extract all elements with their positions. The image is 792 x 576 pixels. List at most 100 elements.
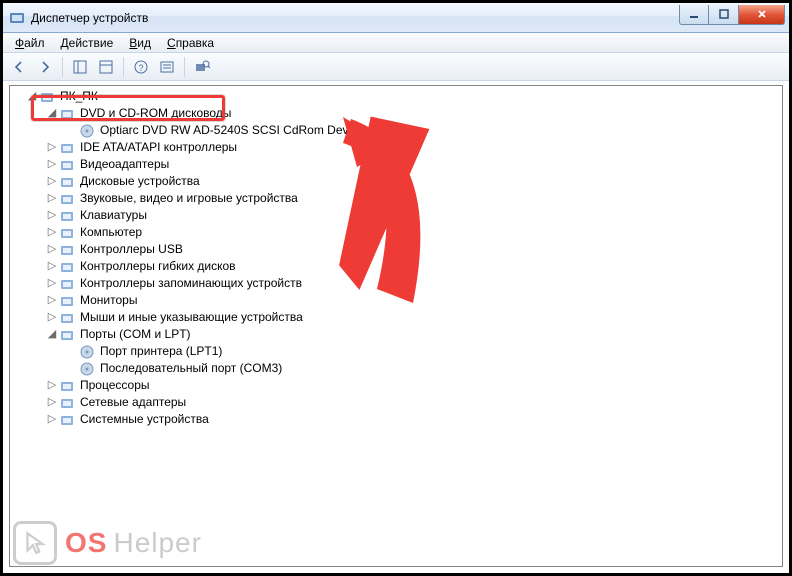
tree-category[interactable]: ▷ Звуковые, видео и игровые устройства — [46, 190, 782, 207]
category-icon — [59, 174, 75, 190]
menu-file[interactable]: Файл — [7, 35, 53, 51]
show-hide-tree-button[interactable] — [68, 56, 92, 78]
toolbar: ? — [3, 53, 789, 81]
svg-text:?: ? — [138, 63, 143, 73]
watermark-cursor-icon — [13, 521, 57, 565]
expand-icon[interactable]: ◢ — [26, 88, 38, 105]
tree-category-label: IDE ATA/ATAPI контроллеры — [78, 139, 239, 156]
tree-category-label: DVD и CD-ROM дисководы — [78, 105, 233, 122]
tree-category[interactable]: ▷Сетевые адаптеры — [46, 394, 782, 411]
tree-category[interactable]: ▷ Системные устройства — [46, 411, 782, 428]
window-controls — [679, 5, 785, 25]
tree-category[interactable]: ▷ Контроллеры USB — [46, 241, 782, 258]
expand-icon[interactable]: ▷ — [46, 292, 58, 309]
expand-icon[interactable]: ▷ — [46, 309, 58, 326]
tree-device-label: Optiarc DVD RW AD-5240S SCSI CdRom Devic… — [98, 122, 366, 139]
watermark: OS Helper — [13, 521, 202, 565]
tree-category[interactable]: ▷ Дисковые устройства — [46, 173, 782, 190]
menu-file-rest: айл — [24, 36, 44, 50]
tree-category[interactable]: ▷ Контроллеры запоминающих устройств — [46, 275, 782, 292]
tree-category-label: Клавиатуры — [78, 207, 149, 224]
tree-category-label: Видеоадаптеры — [78, 156, 171, 173]
expand-icon[interactable]: ▷ — [46, 241, 58, 258]
toolbar-separator — [184, 57, 185, 77]
tree-category-label: Дисковые устройства — [78, 173, 202, 190]
category-icon — [59, 259, 75, 275]
view-button[interactable] — [155, 56, 179, 78]
tree-category-label: Контроллеры запоминающих устройств — [78, 275, 304, 292]
tree-category[interactable]: ▷ Процессоры — [46, 377, 782, 394]
menu-help-rest: правка — [176, 36, 214, 50]
tree-category[interactable]: ▷ Клавиатуры — [46, 207, 782, 224]
tree-category[interactable]: ▷Мониторы — [46, 292, 782, 309]
tree-category[interactable]: ▷ IDE ATA/ATAPI контроллеры — [46, 139, 782, 156]
category-icon — [59, 225, 75, 241]
tree-device[interactable]: Последовательный порт (COM3) — [66, 360, 782, 377]
expand-icon[interactable]: ◢ — [46, 105, 58, 122]
category-icon — [59, 140, 75, 156]
tree-category[interactable]: ▷ Компьютер — [46, 224, 782, 241]
help-button[interactable]: ? — [129, 56, 153, 78]
tree-category[interactable]: ◢ DVD и CD-ROM дисководы — [46, 105, 782, 122]
menu-view-rest: ид — [137, 36, 151, 50]
expand-icon[interactable]: ▷ — [46, 394, 58, 411]
tree-device[interactable]: Порт принтера (LPT1) — [66, 343, 782, 360]
tree-category-label: Контроллеры USB — [78, 241, 185, 258]
app-icon — [9, 10, 25, 26]
expand-icon[interactable]: ▷ — [46, 207, 58, 224]
expand-icon[interactable]: ▷ — [46, 275, 58, 292]
maximize-button[interactable] — [709, 5, 739, 25]
category-icon — [59, 191, 75, 207]
expand-icon[interactable]: ▷ — [46, 411, 58, 428]
menu-action-rest: ействие — [69, 36, 114, 50]
category-icon — [59, 327, 75, 343]
watermark-brand-1: OS — [65, 527, 107, 559]
watermark-brand-2: Helper — [113, 527, 201, 559]
forward-button[interactable] — [33, 56, 57, 78]
toolbar-separator — [123, 57, 124, 77]
expand-icon[interactable]: ▷ — [46, 224, 58, 241]
tree-root-label: ПК_ПК — [58, 88, 100, 105]
expand-icon[interactable]: ▷ — [46, 258, 58, 275]
tree-category-label: Процессоры — [78, 377, 152, 394]
category-icon — [59, 293, 75, 309]
menu-view[interactable]: Вид — [121, 35, 159, 51]
expand-icon[interactable]: ▷ — [46, 173, 58, 190]
category-icon — [59, 276, 75, 292]
menubar: Файл Действие Вид Справка — [3, 33, 789, 53]
tree-category-label: Системные устройства — [78, 411, 211, 428]
expand-icon[interactable]: ▷ — [46, 377, 58, 394]
tree-category[interactable]: ▷Контроллеры гибких дисков — [46, 258, 782, 275]
minimize-button[interactable] — [679, 5, 709, 25]
close-button[interactable] — [739, 5, 785, 25]
properties-button[interactable] — [94, 56, 118, 78]
expand-icon[interactable]: ▷ — [46, 139, 58, 156]
window-title: Диспетчер устройств — [31, 11, 679, 25]
category-icon — [59, 157, 75, 173]
tree-device[interactable]: Optiarc DVD RW AD-5240S SCSI CdRom Devic… — [66, 122, 782, 139]
category-icon — [59, 208, 75, 224]
back-button[interactable] — [7, 56, 31, 78]
tree-root[interactable]: ◢ ПК_ПК — [26, 88, 782, 105]
device-icon — [79, 361, 95, 377]
category-icon — [59, 395, 75, 411]
tree-category[interactable]: ▷ Мыши и иные указывающие устройства — [46, 309, 782, 326]
category-icon — [59, 310, 75, 326]
titlebar: Диспетчер устройств — [3, 3, 789, 33]
tree-category[interactable]: ◢Порты (COM и LPT) — [46, 326, 782, 343]
toolbar-separator — [62, 57, 63, 77]
tree-category[interactable]: ▷ Видеоадаптеры — [46, 156, 782, 173]
tree-category-label: Мыши и иные указывающие устройства — [78, 309, 305, 326]
category-icon — [59, 378, 75, 394]
menu-action[interactable]: Действие — [53, 35, 122, 51]
device-tree-panel: ◢ПК_ПК◢DVD и CD-ROM дисководыOptiarc DVD… — [9, 85, 783, 567]
tree-category-label: Компьютер — [78, 224, 144, 241]
expand-icon[interactable]: ◢ — [46, 326, 58, 343]
device-tree: ◢ПК_ПК◢DVD и CD-ROM дисководыOptiarc DVD… — [10, 86, 782, 428]
expand-icon[interactable]: ▷ — [46, 156, 58, 173]
tree-device-label: Последовательный порт (COM3) — [98, 360, 284, 377]
tree-category-label: Звуковые, видео и игровые устройства — [78, 190, 300, 207]
expand-icon[interactable]: ▷ — [46, 190, 58, 207]
scan-hardware-button[interactable] — [190, 56, 214, 78]
menu-help[interactable]: Справка — [159, 35, 222, 51]
